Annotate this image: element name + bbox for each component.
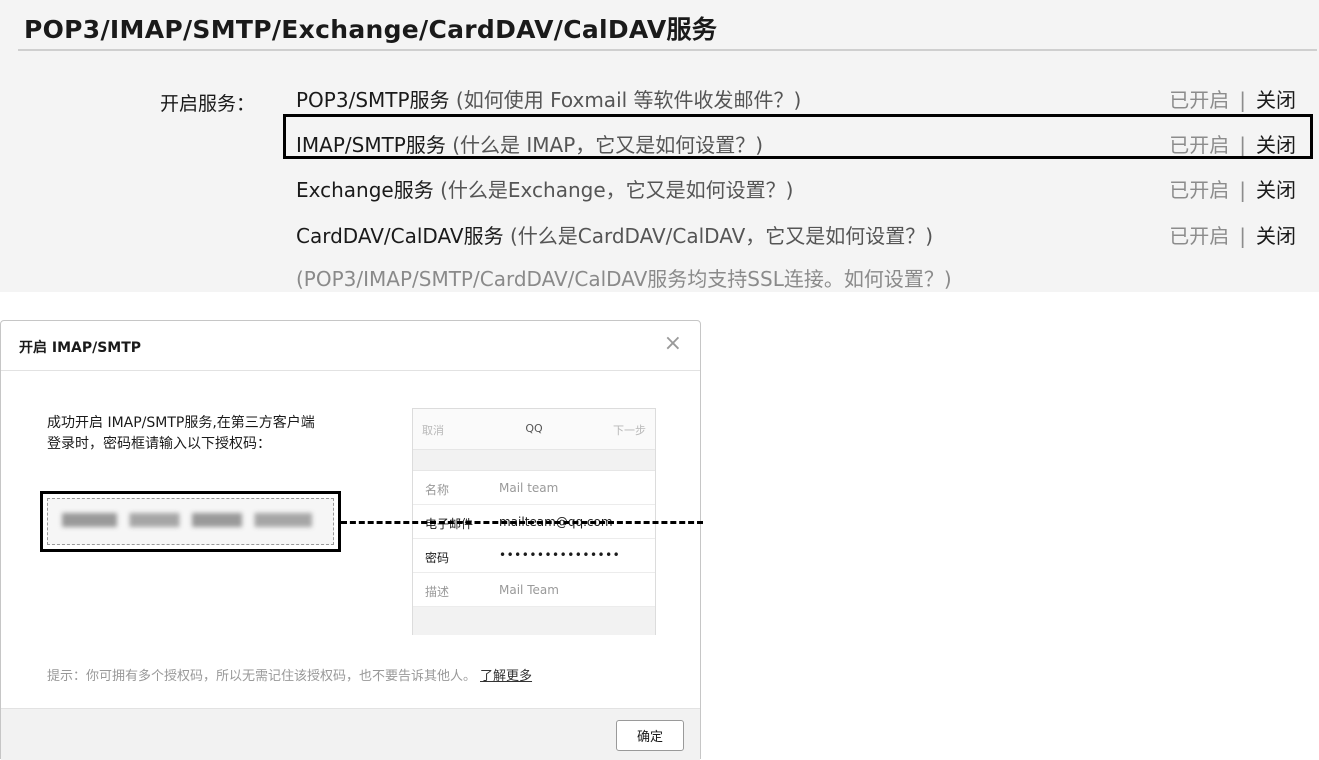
service-help-link[interactable]: (什么是Exchange，它又是如何设置？) (440, 178, 793, 202)
dashed-connector-line (341, 521, 703, 524)
service-row-pop3-smtp: POP3/SMTP服务 (如何使用 Foxmail 等软件收发邮件？) 已开启 |… (296, 77, 1296, 117)
hint-message: 提示：你可拥有多个授权码，所以无需记住该授权码，也不要告诉其他人。 了解更多 (47, 665, 532, 684)
disable-service-link[interactable]: 关闭 (1256, 224, 1296, 248)
dialog-footer: 确定 (1, 708, 700, 760)
dialog-header: 开启 IMAP/SMTP × (1, 321, 700, 371)
status-enabled: 已开启 (1169, 88, 1230, 112)
hint-text: 提示：你可拥有多个授权码，所以无需记住该授权码，也不要告诉其他人。 (47, 669, 477, 684)
dialog-title: 开启 IMAP/SMTP (19, 340, 142, 356)
title-divider (18, 49, 1317, 51)
close-icon[interactable]: × (664, 333, 682, 355)
imap-row-highlight-box (283, 114, 1313, 159)
service-help-link[interactable]: (如何使用 Foxmail 等软件收发邮件？) (456, 88, 801, 112)
phone-section-gap (413, 449, 655, 471)
enable-imap-dialog: 开启 IMAP/SMTP × 成功开启 IMAP/SMTP服务,在第三方客户端 … (0, 320, 703, 760)
service-row-exchange: Exchange服务 (什么是Exchange，它又是如何设置？) 已开启 | 关闭 (296, 167, 1296, 207)
confirm-button[interactable]: 确定 (616, 720, 684, 751)
service-name: POP3/SMTP服务 (296, 88, 450, 112)
success-message: 成功开启 IMAP/SMTP服务,在第三方客户端 登录时，密码框请输入以下授权码… (47, 413, 377, 455)
phone-row-password: 密码 •••••••••••••••• (413, 539, 655, 573)
service-row-carddav-caldav: CardDAV/CalDAV服务 (什么是CardDAV/CalDAV，它又是如… (296, 213, 1296, 253)
status-separator: | (1239, 178, 1246, 202)
status-separator: | (1239, 88, 1246, 112)
learn-more-link[interactable]: 了解更多 (480, 669, 532, 684)
phone-row-key: 描述 (425, 585, 450, 599)
section-title: POP3/IMAP/SMTP/Exchange/CardDAV/CalDAV服务 (24, 15, 718, 44)
service-help-link[interactable]: (什么是CardDAV/CalDAV，它又是如何设置？) (510, 224, 933, 248)
service-name: CardDAV/CalDAV服务 (296, 224, 504, 248)
disable-service-link[interactable]: 关闭 (1256, 88, 1296, 112)
phone-row-key: 名称 (425, 483, 450, 497)
phone-row-value: Mail team (499, 481, 559, 495)
phone-row-name: 名称 Mail team (413, 471, 655, 505)
phone-row-key: 密码 (425, 551, 450, 565)
status-separator: | (1239, 224, 1246, 248)
phone-nav-bar: 取消 QQ 下一步 (413, 409, 655, 449)
phone-bottom-area (413, 607, 655, 635)
authorization-code-highlight-box (40, 491, 341, 552)
disable-service-link[interactable]: 关闭 (1256, 178, 1296, 202)
service-settings-panel: POP3/IMAP/SMTP/Exchange/CardDAV/CalDAV服务… (0, 0, 1319, 292)
phone-row-value: •••••••••••••••• (499, 548, 621, 562)
status-enabled: 已开启 (1169, 178, 1230, 202)
blurred-authorization-code (62, 513, 312, 527)
phone-nav-next: 下一步 (613, 424, 646, 437)
ssl-note-link[interactable]: (POP3/IMAP/SMTP/CardDAV/CalDAV服务均支持SSL连接… (296, 263, 952, 292)
open-services-label: 开启服务： (160, 93, 256, 115)
status-enabled: 已开启 (1169, 224, 1230, 248)
success-message-line: 登录时，密码框请输入以下授权码： (47, 436, 271, 452)
phone-row-value: Mail Team (499, 583, 559, 597)
phone-row-description: 描述 Mail Team (413, 573, 655, 607)
authorization-code-field[interactable] (47, 498, 334, 545)
success-message-line: 成功开启 IMAP/SMTP服务,在第三方客户端 (47, 415, 315, 431)
service-name: Exchange服务 (296, 178, 434, 202)
